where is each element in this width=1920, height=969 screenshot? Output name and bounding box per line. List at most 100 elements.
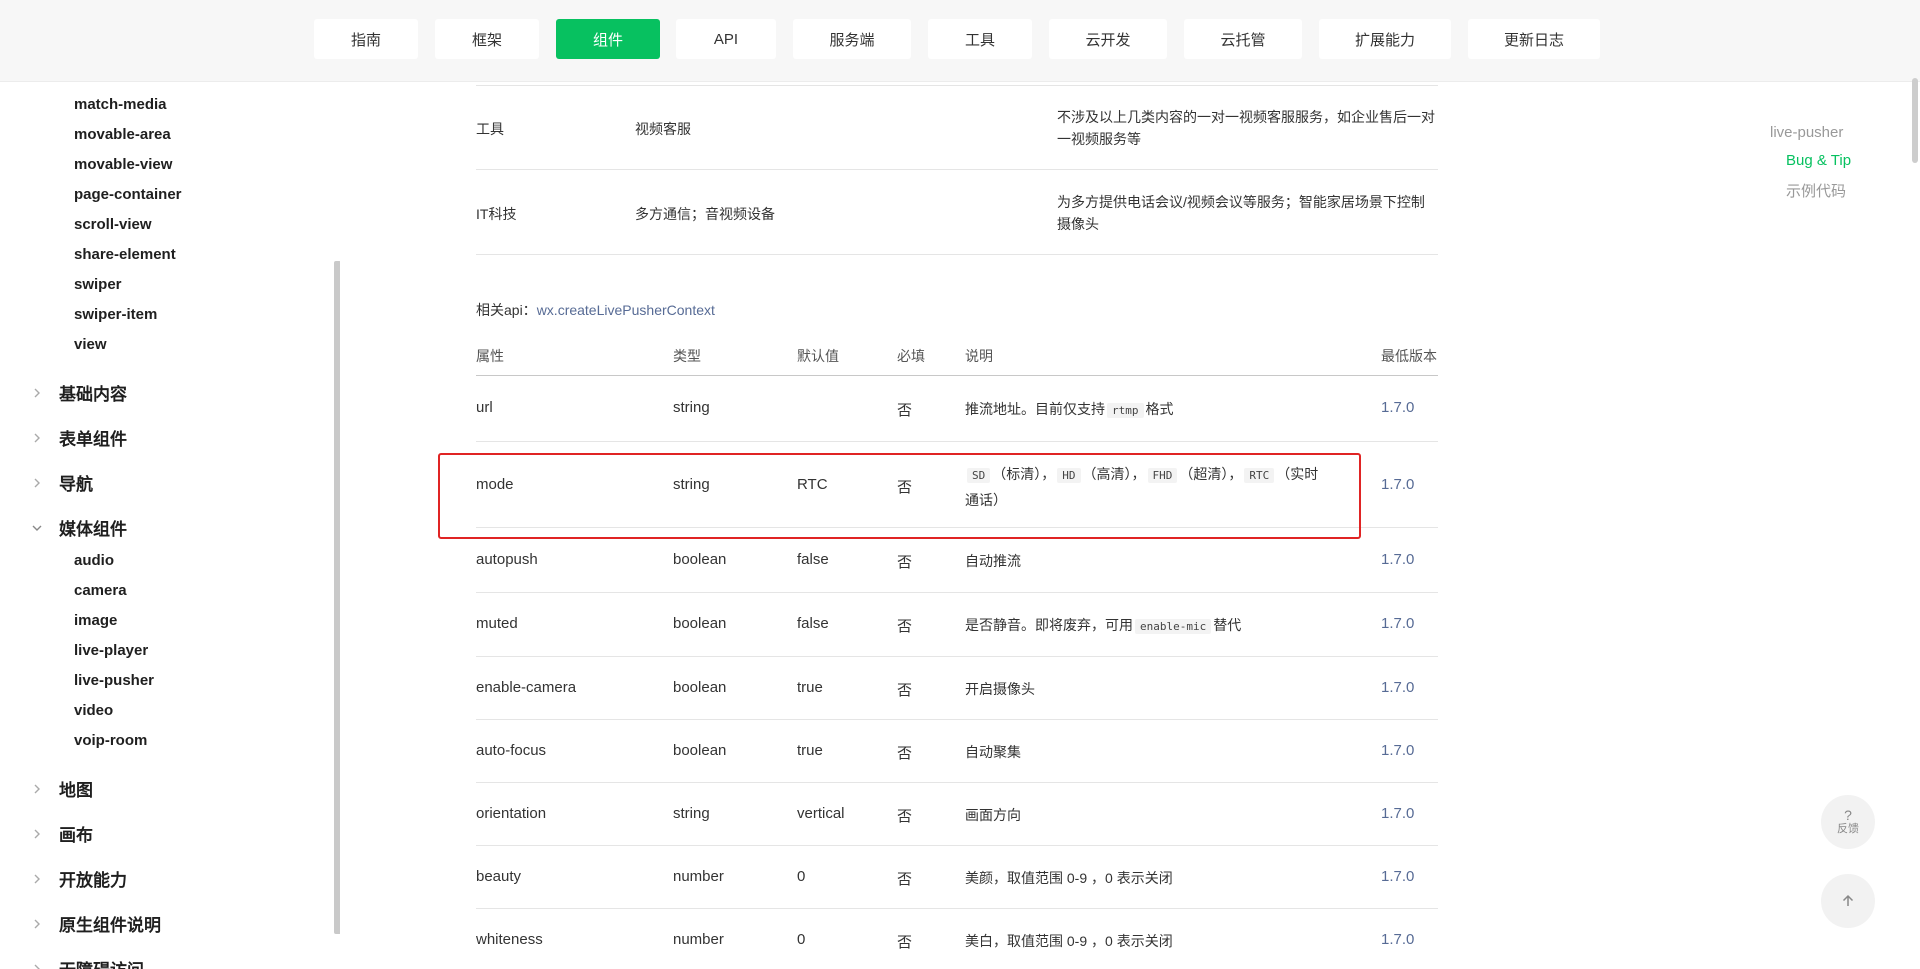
column-header-property: 属性 bbox=[476, 348, 504, 364]
sidebar-category-label: 原生组件说明 bbox=[59, 916, 161, 935]
sidebar-category-navigation[interactable]: 导航 bbox=[30, 470, 93, 495]
chevron-right-icon bbox=[34, 478, 40, 487]
feedback-label: 反馈 bbox=[1837, 823, 1859, 835]
cell-required: 否 bbox=[897, 745, 913, 762]
cell-min-version[interactable]: 1.7.0 bbox=[1381, 399, 1414, 416]
nav-tab-framework[interactable]: 框架 bbox=[435, 19, 539, 59]
cell-min-version[interactable]: 1.7.0 bbox=[1381, 931, 1414, 948]
sidebar-item-live-player[interactable]: live-player bbox=[74, 642, 148, 659]
code-hd: HD bbox=[1057, 468, 1081, 483]
sidebar-item-camera[interactable]: camera bbox=[74, 582, 127, 599]
nav-tab-guide[interactable]: 指南 bbox=[314, 19, 418, 59]
cell-required: 否 bbox=[897, 682, 913, 699]
sidebar-item-image[interactable]: image bbox=[74, 612, 117, 629]
cell-min-version[interactable]: 1.7.0 bbox=[1381, 742, 1414, 759]
cell-min-version[interactable]: 1.7.0 bbox=[1381, 868, 1414, 885]
column-header-type: 类型 bbox=[673, 348, 701, 364]
cell-required: 否 bbox=[897, 871, 913, 888]
toc-item-bug-tip[interactable]: Bug & Tip bbox=[1786, 152, 1851, 169]
toc-item-example-code[interactable]: 示例代码 bbox=[1786, 180, 1846, 201]
sidebar-scrollbar[interactable] bbox=[334, 261, 340, 934]
sidebar-category-form[interactable]: 表单组件 bbox=[30, 425, 127, 450]
cell-type: boolean bbox=[673, 551, 727, 568]
desc-text: 格式 bbox=[1145, 401, 1174, 417]
sidebar-category-open-capabilities[interactable]: 开放能力 bbox=[30, 866, 127, 891]
sidebar-item-movable-area[interactable]: movable-area bbox=[74, 126, 171, 143]
sidebar-item-movable-view[interactable]: movable-view bbox=[74, 156, 172, 173]
column-header-default: 默认值 bbox=[797, 348, 839, 364]
sidebar-item-match-media[interactable]: match-media bbox=[74, 96, 167, 113]
cell-type: string bbox=[673, 399, 710, 416]
cell-min-version[interactable]: 1.7.0 bbox=[1381, 805, 1414, 822]
row-divider bbox=[476, 441, 1438, 442]
cell-default: 0 bbox=[797, 931, 806, 948]
nav-tab-api[interactable]: API bbox=[676, 19, 776, 59]
chevron-right-icon bbox=[34, 874, 40, 883]
code-sd: SD bbox=[967, 468, 991, 483]
scenario-scene: 视频客服 bbox=[635, 121, 691, 137]
desc-text: 推流地址。目前仅支持 bbox=[965, 401, 1105, 417]
nav-tab-changelog[interactable]: 更新日志 bbox=[1468, 19, 1600, 59]
page-scrollbar[interactable] bbox=[1912, 78, 1918, 163]
sidebar-item-swiper[interactable]: swiper bbox=[74, 276, 122, 293]
chevron-down-icon bbox=[32, 525, 42, 531]
feedback-button[interactable]: ? 反馈 bbox=[1821, 795, 1875, 849]
sidebar-category-media[interactable]: 媒体组件 bbox=[30, 515, 127, 540]
chevron-right-icon bbox=[34, 964, 40, 969]
sidebar-category-label: 导航 bbox=[59, 475, 93, 494]
cell-default: false bbox=[797, 551, 829, 568]
row-divider bbox=[476, 845, 1438, 846]
scenario-category: 工具 bbox=[476, 121, 504, 137]
sidebar-item-swiper-item[interactable]: swiper-item bbox=[74, 306, 157, 323]
cell-min-version[interactable]: 1.7.0 bbox=[1381, 551, 1414, 568]
nav-tab-components[interactable]: 组件 bbox=[556, 19, 660, 59]
nav-tab-extensions[interactable]: 扩展能力 bbox=[1319, 19, 1451, 59]
cell-min-version[interactable]: 1.7.0 bbox=[1381, 476, 1414, 493]
nav-tab-tools[interactable]: 工具 bbox=[928, 19, 1032, 59]
scenario-description: 为多方提供电话会议/视频会议等服务；智能家居场景下控制摄像头 bbox=[1057, 194, 1425, 232]
cell-required: 否 bbox=[897, 808, 913, 825]
cell-description: 美颜，取值范围 0-9 ，0 表示关闭 bbox=[965, 870, 1173, 886]
column-header-required: 必填 bbox=[897, 348, 925, 364]
divider bbox=[476, 254, 1438, 255]
sidebar-category-native-components[interactable]: 原生组件说明 bbox=[30, 911, 161, 936]
back-to-top-button[interactable] bbox=[1821, 874, 1875, 928]
cell-property: autopush bbox=[476, 551, 538, 568]
cell-required: 否 bbox=[897, 554, 913, 571]
sidebar-item-video[interactable]: video bbox=[74, 702, 113, 719]
sidebar-category-accessibility[interactable]: 无障碍访问 bbox=[30, 956, 144, 969]
cell-min-version[interactable]: 1.7.0 bbox=[1381, 615, 1414, 632]
sidebar-category-canvas[interactable]: 画布 bbox=[30, 821, 93, 846]
row-divider bbox=[476, 908, 1438, 909]
desc-text: （标清）， bbox=[992, 466, 1056, 482]
related-api-link[interactable]: wx.createLivePusherContext bbox=[537, 302, 715, 318]
cell-default: true bbox=[797, 742, 823, 759]
sidebar-item-audio[interactable]: audio bbox=[74, 552, 114, 569]
sidebar-item-scroll-view[interactable]: scroll-view bbox=[74, 216, 152, 233]
sidebar-item-live-pusher[interactable]: live-pusher bbox=[74, 672, 154, 689]
chevron-right-icon bbox=[34, 433, 40, 442]
toc-item-live-pusher[interactable]: live-pusher bbox=[1770, 124, 1843, 141]
main-content: 工具 视频客服 不涉及以上几类内容的一对一视频客服服务，如企业售后一对一视频服务… bbox=[476, 81, 1438, 969]
cell-description: 开启摄像头 bbox=[965, 681, 1035, 697]
sidebar-item-view[interactable]: view bbox=[74, 336, 107, 353]
cell-required: 否 bbox=[897, 402, 913, 419]
divider bbox=[476, 169, 1438, 170]
chevron-right-icon bbox=[34, 784, 40, 793]
sidebar-item-page-container[interactable]: page-container bbox=[74, 186, 182, 203]
nav-tab-server[interactable]: 服务端 bbox=[793, 19, 911, 59]
nav-tab-cloud-dev[interactable]: 云开发 bbox=[1049, 19, 1167, 59]
sidebar-category-label: 媒体组件 bbox=[59, 520, 127, 539]
nav-tab-cloud-hosting[interactable]: 云托管 bbox=[1184, 19, 1302, 59]
cell-property: muted bbox=[476, 615, 518, 632]
related-api-line: 相关api：wx.createLivePusherContext bbox=[476, 300, 715, 320]
sidebar-item-share-element[interactable]: share-element bbox=[74, 246, 176, 263]
cell-property: beauty bbox=[476, 868, 522, 885]
desc-text: 替代 bbox=[1213, 617, 1242, 633]
sidebar-category-map[interactable]: 地图 bbox=[30, 776, 93, 801]
cell-min-version[interactable]: 1.7.0 bbox=[1381, 679, 1414, 696]
cell-description: 是否静音。即将废弃，可用 enable-mic 替代 bbox=[965, 615, 1241, 635]
cell-required: 否 bbox=[897, 479, 913, 496]
sidebar-category-basic-content[interactable]: 基础内容 bbox=[30, 380, 127, 405]
sidebar-item-voip-room[interactable]: voip-room bbox=[74, 732, 147, 749]
